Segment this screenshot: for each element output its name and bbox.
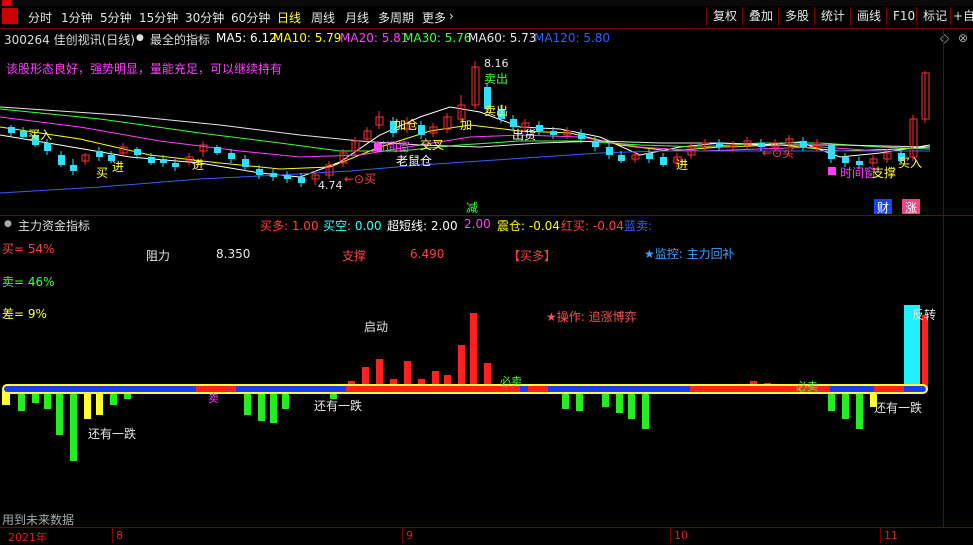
right-price-axis bbox=[943, 29, 973, 527]
kline-marker: 卖出 bbox=[484, 104, 508, 118]
badge-cai: 财 bbox=[874, 199, 892, 215]
buy-percent: 买= 54% bbox=[2, 242, 55, 256]
button-duogu[interactable]: 多股 bbox=[778, 7, 815, 26]
sub-value-lanmai: 蓝卖: bbox=[624, 219, 653, 233]
tab-period-more[interactable]: 更多 bbox=[422, 9, 446, 26]
menu-icon[interactable] bbox=[2, 8, 18, 24]
time-label-oct: 10 bbox=[674, 529, 688, 542]
annotation-yidie-3: 还有一跌 bbox=[874, 401, 923, 415]
kline-marker: 出货 bbox=[512, 127, 536, 142]
indicator-settings-icon[interactable]: ● bbox=[136, 33, 144, 43]
low-price-label: 4.74 bbox=[318, 179, 343, 192]
commentary-text: 该股形态良好，强势明显，量能充足，可以继续持有 bbox=[6, 62, 283, 76]
tab-period-4[interactable]: 30分钟 bbox=[185, 9, 224, 26]
kline-marker: 买入 bbox=[898, 156, 922, 170]
button-fuquan[interactable]: 复权 bbox=[706, 7, 743, 26]
tab-period-9[interactable]: 多周期 bbox=[378, 9, 414, 26]
future-data-note: 用到未来数据 bbox=[2, 513, 75, 527]
annotation-yidie-1: 还有一跌 bbox=[88, 427, 137, 441]
signal-text: 【买多】 bbox=[508, 249, 557, 263]
kline-marker: 进 bbox=[112, 160, 124, 174]
badge-jian: 减 bbox=[466, 201, 479, 215]
sub-value-maiduo: 买多: 1.00 bbox=[260, 219, 319, 233]
tab-period-6[interactable]: 日线 bbox=[277, 9, 301, 26]
kline-marker: 进 bbox=[676, 158, 688, 172]
ma120-value: MA120: 5.80 bbox=[534, 31, 611, 45]
kline-marker: 老鼠仓 bbox=[396, 154, 432, 168]
time-label-aug: 8 bbox=[116, 529, 123, 542]
tab-period-8[interactable]: 月线 bbox=[345, 9, 369, 26]
sub-value-chaoduan-2: 2.00 bbox=[464, 217, 491, 231]
annotation-yidie-2: 还有一跌 bbox=[314, 399, 363, 413]
period-toolbar: 分时 1分钟 5分钟 15分钟 30分钟 60分钟 日线 周线 月线 多周期 更… bbox=[0, 6, 973, 29]
resistance-value: 8.350 bbox=[216, 247, 251, 261]
kline-marker: 交叉 bbox=[420, 137, 444, 152]
tab-period-3[interactable]: 15分钟 bbox=[139, 9, 178, 26]
indicator-name[interactable]: 最全的指标 bbox=[150, 31, 210, 48]
sub-value-chaoduan: 超短线: 2.00 bbox=[387, 219, 458, 233]
tab-period-5[interactable]: 60分钟 bbox=[231, 9, 270, 26]
ma-legend: 300264 佳创视讯(日线) ● 最全的指标 MA5: 6.12 MA10: … bbox=[0, 29, 973, 47]
annotation-fanzhuan: 反转 bbox=[912, 308, 937, 322]
button-diejia[interactable]: 叠加 bbox=[742, 7, 779, 26]
ma20-value: MA20: 5.81 bbox=[340, 31, 409, 45]
annotation-bimai-1: 必卖 bbox=[500, 375, 522, 388]
tab-period-0[interactable]: 分时 bbox=[28, 9, 52, 26]
peak-price-label: 8.16 bbox=[484, 57, 509, 70]
button-add-watch[interactable]: +自 bbox=[950, 7, 973, 26]
time-axis: 2021年 8 9 10 11 bbox=[0, 527, 973, 544]
monitor-text: ★监控: 主力回补 bbox=[644, 247, 735, 261]
sub-indicator-name[interactable]: 主力资金指标 bbox=[18, 217, 90, 234]
kline-marker: 支撑 bbox=[872, 165, 896, 180]
annotation-mai: 卖 bbox=[208, 392, 219, 405]
sell-percent: 卖= 46% bbox=[2, 275, 55, 289]
kline-marker: 时间窗 bbox=[840, 166, 876, 180]
time-label-sep: 9 bbox=[406, 529, 413, 542]
sub-value-zhencang: 震仓: -0.04 bbox=[497, 219, 560, 233]
button-huaxian[interactable]: 画线 bbox=[850, 7, 887, 26]
kline-marker: ←⊙买 bbox=[762, 146, 794, 160]
ma5-value: MA5: 6.12 bbox=[216, 31, 277, 45]
operation-text: ★操作: 追涨博弈 bbox=[546, 310, 637, 324]
button-biaoji[interactable]: 标记 bbox=[916, 7, 953, 26]
support-value: 6.490 bbox=[410, 247, 445, 261]
badge-zhang: 涨 bbox=[902, 199, 920, 215]
kline-marker: 加仓 bbox=[394, 118, 418, 132]
ma10-value: MA10: 5.79 bbox=[273, 31, 342, 45]
kline-marker: 买 bbox=[96, 166, 108, 180]
chevron-right-icon[interactable]: › bbox=[449, 9, 454, 23]
ma60-value: MA60: 5.73 bbox=[468, 31, 537, 45]
kline-marker: 卖出 bbox=[484, 72, 508, 86]
annotation-bimai-2: 必卖 bbox=[796, 380, 818, 393]
support-label: 支撑 bbox=[342, 249, 367, 263]
sub-indicator-header: ● 主力资金指标 买多: 1.00 买空: 0.00 超短线: 2.00 2.0… bbox=[0, 215, 973, 234]
sub-value-maikong: 买空: 0.00 bbox=[323, 219, 382, 233]
diff-percent: 差= 9% bbox=[2, 307, 47, 321]
kline-marker: 进 bbox=[192, 158, 204, 172]
tab-period-2[interactable]: 5分钟 bbox=[100, 9, 132, 26]
sub-value-hongmai: 红买: -0.04 bbox=[561, 219, 624, 233]
annotation-qidong: 启动 bbox=[364, 320, 389, 334]
kline-marker: 加 bbox=[460, 118, 472, 132]
ma30-value: MA30: 5.76 bbox=[403, 31, 472, 45]
kline-marker: ←⊙买 bbox=[344, 172, 376, 186]
button-tongji[interactable]: 统计 bbox=[814, 7, 851, 26]
time-label-year: 2021年 bbox=[8, 531, 47, 544]
resistance-label: 阻力 bbox=[146, 249, 171, 263]
time-label-nov: 11 bbox=[884, 529, 898, 542]
tab-period-1[interactable]: 1分钟 bbox=[61, 9, 93, 26]
kline-marker: 买入 bbox=[28, 128, 52, 142]
sub-settings-icon[interactable]: ● bbox=[4, 219, 12, 229]
tab-period-7[interactable]: 周线 bbox=[311, 9, 335, 26]
stock-header: 300264 佳创视讯(日线) bbox=[4, 33, 135, 47]
